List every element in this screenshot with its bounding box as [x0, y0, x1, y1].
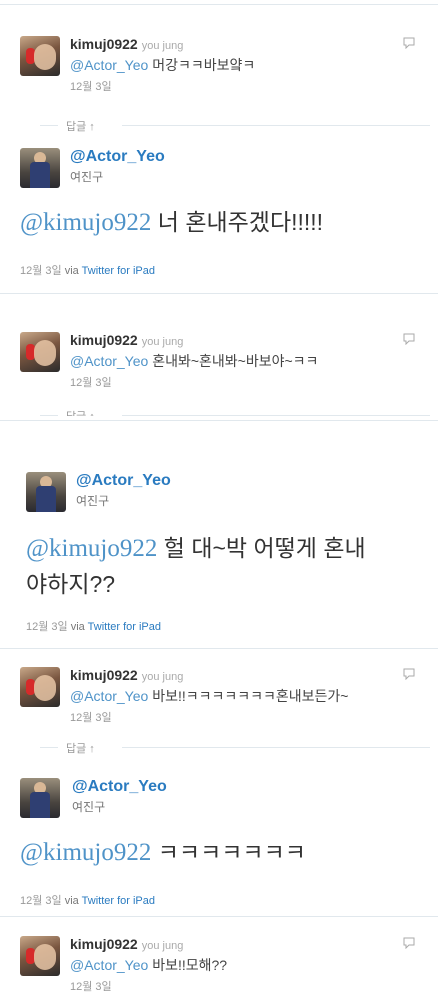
reply-bubble-icon[interactable]: [403, 37, 415, 49]
tweet-timestamp[interactable]: 12월 3일: [70, 78, 112, 94]
reply-meta: 12월 3일 via Twitter for iPad: [20, 265, 155, 277]
tweet-text: @Actor_Yeo 바보!!ㅋㅋㅋㅋㅋㅋㅋ혼내보든가~: [70, 688, 349, 704]
reply-label[interactable]: 답글 ↑: [66, 740, 95, 756]
tweet-text: @Actor_Yeo 머강ㅋㅋ바보얔ㅋ: [70, 57, 256, 73]
reply-bubble-icon[interactable]: [403, 333, 415, 345]
reply-label[interactable]: 답글 ↑: [66, 408, 95, 416]
reply-text: @kimujo922 너 혼내주겠다!!!!!: [20, 209, 324, 236]
reply-text: @kimujo922 ㅋㅋㅋㅋㅋㅋㅋ: [20, 839, 306, 866]
reply-bubble-icon[interactable]: [403, 668, 415, 680]
avatar[interactable]: [20, 36, 60, 76]
tweet-text: @Actor_Yeo 바보!!모해??: [70, 957, 228, 973]
tweet-timestamp[interactable]: 12월 3일: [70, 709, 112, 725]
divider: [0, 648, 438, 649]
reply-meta: 12월 3일 via Twitter for iPad: [20, 895, 155, 907]
mention-link[interactable]: @Actor_Yeo: [70, 957, 148, 973]
divider: [0, 916, 438, 917]
tweet-author[interactable]: kimuj0922 you jung: [70, 936, 183, 952]
client-link[interactable]: Twitter for iPad: [88, 621, 161, 633]
tweet-author[interactable]: kimuj0922 you jung: [70, 36, 183, 52]
client-link[interactable]: Twitter for iPad: [82, 265, 155, 277]
mention-link[interactable]: @kimujo922: [26, 535, 157, 562]
reply-name: 여진구: [70, 170, 104, 184]
mention-link[interactable]: @kimujo922: [20, 209, 151, 236]
tweet-timestamp[interactable]: 12월 3일: [70, 978, 112, 994]
reply-name: 여진구: [76, 494, 110, 508]
mention-link[interactable]: @Actor_Yeo: [70, 353, 148, 369]
divider: [0, 293, 438, 294]
reply-bubble-icon[interactable]: [403, 937, 415, 949]
avatar[interactable]: [20, 778, 60, 818]
reply-meta: 12월 3일 via Twitter for iPad: [26, 621, 161, 633]
client-link[interactable]: Twitter for iPad: [82, 895, 155, 907]
reply-divider: 답글 ↑: [40, 118, 430, 134]
reply-divider: 답글 ↑: [40, 408, 430, 416]
reply-divider: 답글 ↑: [40, 740, 430, 756]
reply-handle[interactable]: @Actor_Yeo: [70, 148, 165, 166]
reply-text-line2: 야하지??: [26, 571, 116, 597]
mention-link[interactable]: @Actor_Yeo: [70, 688, 148, 704]
avatar[interactable]: [20, 936, 60, 976]
mention-link[interactable]: @kimujo922: [20, 839, 151, 866]
mention-link[interactable]: @Actor_Yeo: [70, 57, 148, 73]
reply-label[interactable]: 답글 ↑: [66, 118, 95, 134]
avatar[interactable]: [26, 472, 66, 512]
divider: [0, 4, 438, 5]
tweet-timestamp[interactable]: 12월 3일: [70, 374, 112, 390]
tweet-text: @Actor_Yeo 혼내봐~혼내봐~바보야~ㅋㅋ: [70, 353, 319, 369]
reply-handle[interactable]: @Actor_Yeo: [76, 472, 171, 490]
tweet-author[interactable]: kimuj0922 you jung: [70, 332, 183, 348]
reply-handle[interactable]: @Actor_Yeo: [72, 778, 167, 796]
tweet-author[interactable]: kimuj0922 you jung: [70, 667, 183, 683]
reply-text: @kimujo922 헐 대~박 어떻게 혼내: [26, 535, 366, 562]
avatar[interactable]: [20, 332, 60, 372]
divider: [0, 420, 438, 421]
avatar[interactable]: [20, 148, 60, 188]
reply-name: 여진구: [72, 800, 106, 814]
avatar[interactable]: [20, 667, 60, 707]
